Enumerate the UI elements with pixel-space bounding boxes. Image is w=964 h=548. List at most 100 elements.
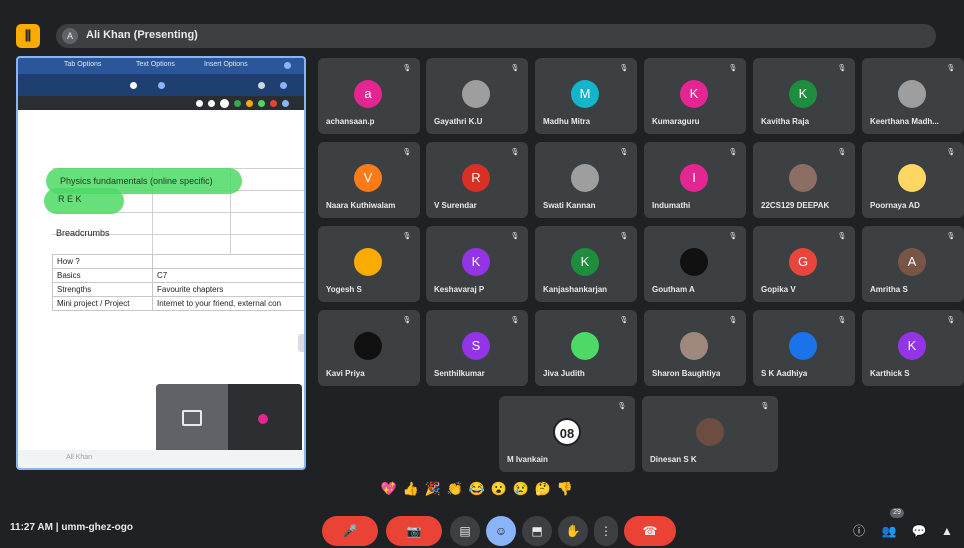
participant-avatar: K (680, 80, 708, 108)
participant-avatar (462, 80, 490, 108)
pen-color-yellow (246, 100, 253, 107)
reaction-emoji[interactable]: 👏 (446, 480, 464, 498)
mic-muted-icon: 🎙 (728, 233, 738, 240)
participant-tile[interactable]: 🎙 Gayathri K.U (426, 58, 528, 134)
reaction-emoji[interactable]: 🎉 (424, 480, 442, 498)
mic-muted-icon: 🎙 (619, 65, 629, 72)
table-cell: Mini project / Project (52, 296, 153, 311)
reaction-emoji[interactable]: 😂 (468, 480, 486, 498)
participant-name: Kanjashankarjan (543, 285, 608, 294)
participant-avatar: K (462, 248, 490, 276)
participant-tile[interactable]: 🎙 K Keshavaraj P (426, 226, 528, 302)
mic-muted-icon: 🎙 (837, 65, 847, 72)
mic-muted-icon: 🎙 (946, 65, 956, 72)
participant-tile[interactable]: 🎙 a achansaan.p (318, 58, 420, 134)
shared-screen: Tab Options Text Options Insert Options … (16, 56, 306, 470)
participant-tile[interactable]: 🎙 S K Aadhiya (753, 310, 855, 386)
participant-tile[interactable]: 🎙 I Indumathi (644, 142, 746, 218)
participant-tile[interactable]: 🎙 M Madhu Mitra (535, 58, 637, 134)
participant-name: S K Aadhiya (761, 369, 808, 378)
people-button[interactable]: 👥 (880, 522, 898, 540)
presenter-avatar: A (62, 28, 78, 44)
reaction-emoji[interactable]: 👎 (556, 480, 574, 498)
mic-muted-icon: 🎙 (946, 149, 956, 156)
doc-footer-text: All Khan (66, 454, 93, 461)
participant-tile[interactable]: 🎙 Goutham A (644, 226, 746, 302)
participant-tile[interactable]: 🎙 Jiva Judith (535, 310, 637, 386)
participant-tile[interactable]: 🎙 Yogesh S (318, 226, 420, 302)
present-screen-icon (182, 410, 202, 426)
mic-muted-icon: 🎙 (402, 233, 412, 240)
participant-name: 22CS129 DEEPAK (761, 201, 830, 210)
participant-tile[interactable]: 🎙 S Senthilkumar (426, 310, 528, 386)
participant-avatar: A (898, 248, 926, 276)
camera-button[interactable]: 📷 (386, 516, 442, 546)
mic-muted-icon: 🎙 (617, 403, 627, 410)
raise-hand-button[interactable]: ✋ (558, 516, 588, 546)
participant-tile[interactable]: 🎙 Dinesan S K (642, 396, 778, 472)
pen-toolbar (18, 96, 304, 110)
present-icon: ⬒ (531, 524, 543, 538)
reaction-bar: 💖 👍 🎉 👏 😂 😮 😢 🤔 👎 (380, 480, 610, 498)
reaction-emoji[interactable]: 🤔 (534, 480, 552, 498)
participant-tile[interactable]: 🎙 V Naara Kuthiwalam (318, 142, 420, 218)
mic-button[interactable]: 🎤 (322, 516, 378, 546)
participant-name: Sharon Baughtiya (652, 369, 721, 378)
table-row: Strengths Favourite chapters (52, 282, 304, 297)
participant-tile[interactable]: 🎙 22CS129 DEEPAK (753, 142, 855, 218)
participant-name: Kavitha Raja (761, 117, 810, 126)
doc-side-button[interactable] (298, 334, 304, 352)
self-camera (228, 384, 302, 456)
mic-muted-icon: 🎙 (837, 233, 847, 240)
presenting-banner[interactable]: A Ali Khan (Presenting) (56, 24, 936, 48)
meeting-info-button[interactable]: ⓘ (850, 522, 868, 540)
self-view[interactable] (156, 384, 302, 456)
emoji-icon: ☺ (494, 524, 508, 538)
doc-title-bar: Tab Options Text Options Insert Options (18, 58, 304, 74)
meet-logo-icon: ⫼ (16, 24, 40, 48)
participant-avatar: 08 (553, 418, 581, 446)
participant-avatar (898, 164, 926, 192)
leave-call-button[interactable]: ☎ (624, 516, 676, 546)
participant-name: Naara Kuthiwalam (326, 201, 396, 210)
reaction-emoji[interactable]: 😢 (512, 480, 530, 498)
pen-color-white (220, 99, 229, 108)
participant-count-badge: 29 (890, 508, 904, 518)
participant-tile[interactable]: 🎙 G Gopika V (753, 226, 855, 302)
activities-button[interactable]: ▲ (938, 522, 956, 540)
reaction-emoji[interactable]: 👍 (402, 480, 420, 498)
participant-name: V Surendar (434, 201, 477, 210)
chat-button[interactable]: 💬 (910, 522, 928, 540)
mic-muted-icon: 🎙 (728, 149, 738, 156)
participant-tile[interactable]: 🎙 Sharon Baughtiya (644, 310, 746, 386)
participant-tile[interactable]: 🎙 K Kanjashankarjan (535, 226, 637, 302)
table-row: Mini project / Project Internet to your f… (52, 296, 304, 311)
participant-tile[interactable]: 🎙 Kavi Priya (318, 310, 420, 386)
participant-tile[interactable]: 🎙 R V Surendar (426, 142, 528, 218)
participant-tile[interactable]: 🎙 Keerthana Madh... (862, 58, 964, 134)
mic-muted-icon: 🎙 (619, 149, 629, 156)
participant-avatar: K (789, 80, 817, 108)
participant-tile[interactable]: 🎙 Swati Kannan (535, 142, 637, 218)
pen-color-lime (258, 100, 265, 107)
more-options-button[interactable]: ⋮ (594, 516, 618, 546)
participant-avatar: K (571, 248, 599, 276)
present-button[interactable]: ⬒ (522, 516, 552, 546)
participant-avatar (696, 418, 724, 446)
tab-label: Text Options (136, 61, 175, 68)
emoji-button[interactable]: ☺ (486, 516, 516, 546)
participant-name: Keshavaraj P (434, 285, 485, 294)
table-cell: Strengths (52, 282, 153, 297)
participant-tile[interactable]: 🎙 K Kavitha Raja (753, 58, 855, 134)
reaction-emoji[interactable]: 💖 (380, 480, 398, 498)
participant-tile[interactable]: 🎙 K Karthick S (862, 310, 964, 386)
participant-avatar: M (571, 80, 599, 108)
participant-avatar: a (354, 80, 382, 108)
participant-tile[interactable]: 🎙 08 M Ivankain (499, 396, 635, 472)
participant-tile[interactable]: 🎙 Poornaya AD (862, 142, 964, 218)
captions-button[interactable]: ▤ (450, 516, 480, 546)
reaction-emoji[interactable]: 😮 (490, 480, 508, 498)
info-icon: ⓘ (852, 524, 865, 538)
participant-tile[interactable]: 🎙 K Kumaraguru (644, 58, 746, 134)
participant-tile[interactable]: 🎙 A Amritha S (862, 226, 964, 302)
